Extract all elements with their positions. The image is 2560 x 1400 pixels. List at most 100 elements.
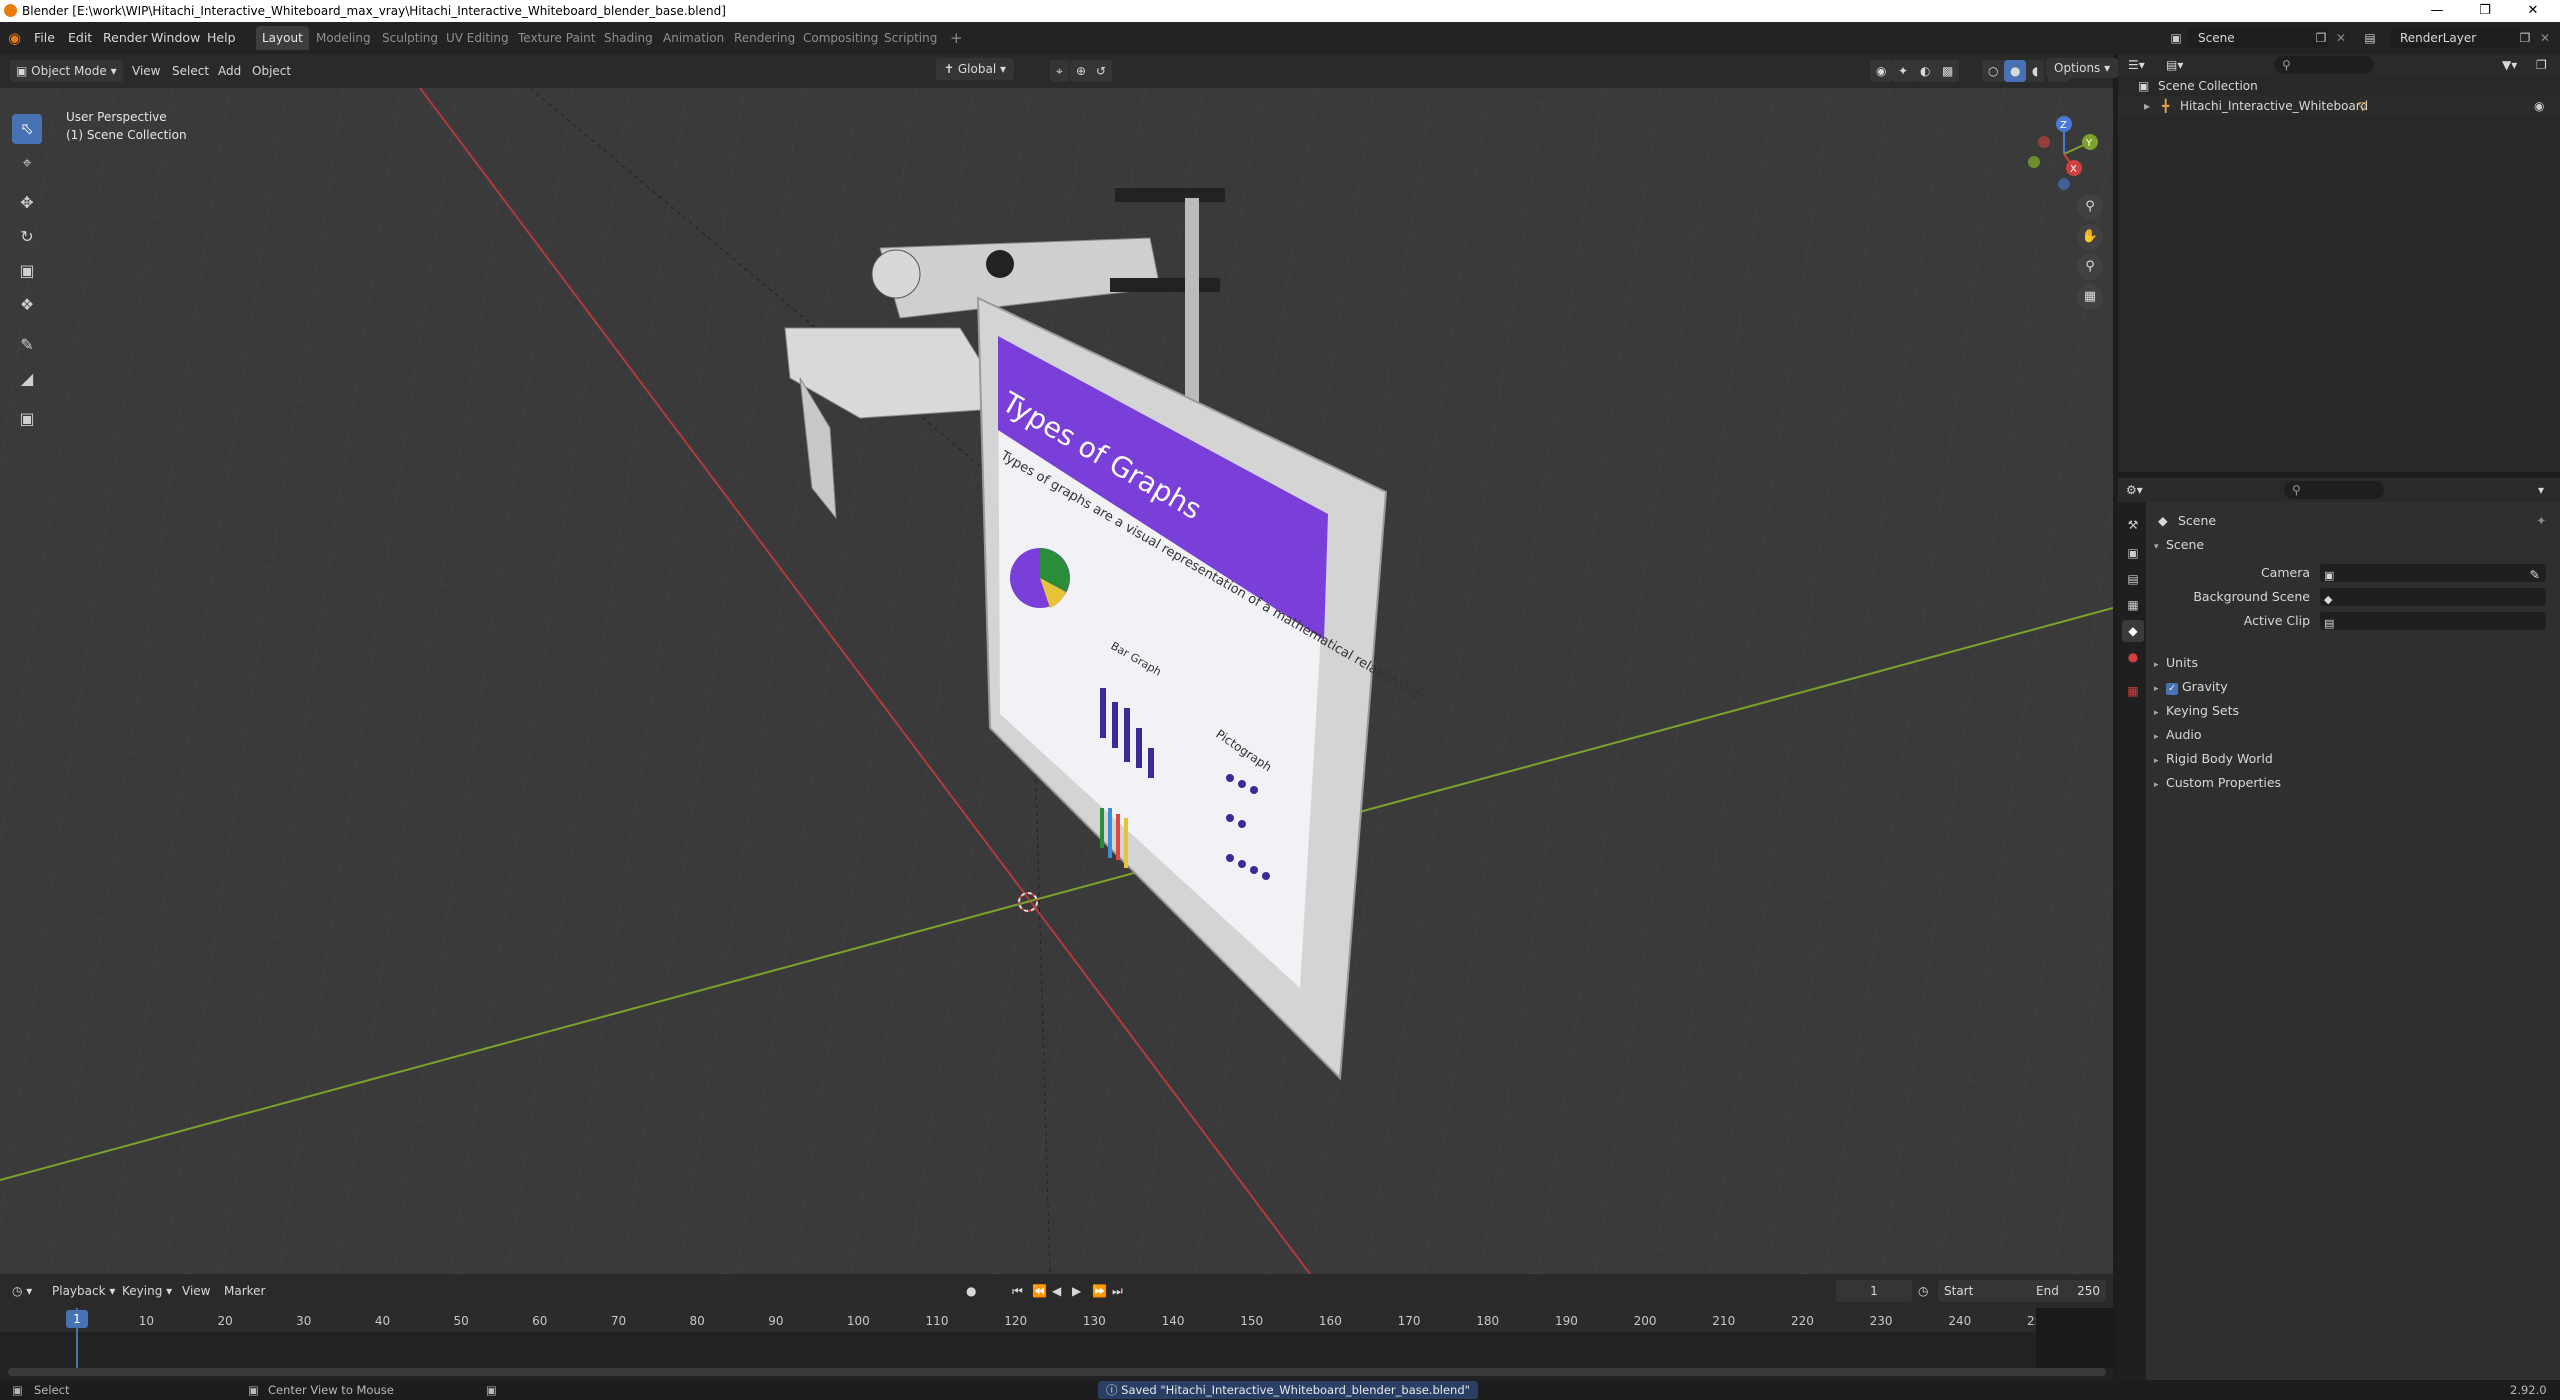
cursor-tool-icon[interactable]: ⌖ (12, 148, 42, 178)
menu-add[interactable]: Add (218, 60, 241, 82)
menu-render[interactable]: Render (103, 28, 148, 48)
close-icon[interactable]: ✕ (2510, 0, 2556, 22)
overlay-toggle-icon[interactable]: ◐ (1914, 60, 1937, 82)
texture-tab-icon[interactable]: ▦ (2122, 680, 2144, 702)
clock-icon[interactable]: ◷ (1918, 1280, 1928, 1302)
menu-timeline-view[interactable]: View (182, 1280, 210, 1302)
options-dropdown[interactable]: Options ▾ (2046, 58, 2119, 78)
restore-icon[interactable]: ❐ (2462, 0, 2508, 22)
scene-tab-icon[interactable]: ◆ (2122, 620, 2144, 642)
eyedropper-icon[interactable]: ✎ (2530, 564, 2546, 586)
xray-toggle-icon[interactable]: ▩ (1936, 60, 1960, 82)
tab-shading[interactable]: Shading (598, 26, 659, 50)
menu-help[interactable]: Help (207, 28, 236, 48)
play-reverse-icon[interactable]: ◀ (1052, 1280, 1061, 1302)
3d-viewport[interactable]: Types of Graphs Types of graphs are a vi… (0, 88, 2113, 1274)
transform-tool-icon[interactable]: ❖ (12, 290, 42, 320)
add-cube-tool-icon[interactable]: ▣ (12, 404, 42, 434)
shading-solid-icon[interactable]: ● (2004, 60, 2027, 82)
menu-file[interactable]: File (34, 28, 55, 48)
gizmo-toggle-icon[interactable]: ✦ (1892, 60, 1915, 82)
scene-browse-icon[interactable]: ▣ (2166, 28, 2186, 48)
select-box-tool-icon[interactable]: ⬁ (12, 114, 42, 144)
menu-view[interactable]: View (132, 60, 160, 82)
object-mode-dropdown[interactable]: ▣ Object Mode ▾ (10, 60, 123, 82)
timeline-scrollbar[interactable] (8, 1368, 2106, 1376)
move-tool-icon[interactable]: ✥ (12, 188, 42, 218)
move-snap-icon[interactable]: ⊕ (1070, 60, 1093, 82)
new-collection-icon[interactable]: ❐ (2536, 54, 2547, 76)
menu-keying[interactable]: Keying ▾ (122, 1280, 172, 1302)
camera-view-icon[interactable]: ⚲ (2077, 254, 2103, 280)
tab-uv-editing[interactable]: UV Editing (440, 26, 515, 50)
active-clip-field[interactable]: ▤ (2320, 612, 2546, 630)
panel-audio[interactable]: ▸ Audio (2146, 724, 2560, 746)
properties-search-input[interactable]: ⚲ (2284, 481, 2384, 499)
rotate-tool-icon[interactable]: ↻ (12, 222, 42, 252)
view-layer-icon[interactable]: ▤ (2360, 28, 2380, 48)
gravity-checkbox[interactable]: ✓ (2166, 683, 2178, 695)
end-frame-field[interactable]: End 250 (2030, 1280, 2106, 1302)
filter-icon[interactable]: ▼▾ (2502, 54, 2517, 76)
ortho-grid-icon[interactable]: ▦ (2077, 284, 2103, 310)
outliner-editor-icon[interactable]: ☰▾ (2128, 54, 2145, 76)
tab-layout[interactable]: Layout (256, 26, 309, 50)
add-workspace-icon[interactable]: + (944, 26, 969, 50)
output-tab-icon[interactable]: ▤ (2122, 568, 2144, 590)
menu-edit[interactable]: Edit (68, 28, 92, 48)
zoom-icon[interactable]: ⚲ (2077, 194, 2103, 220)
expand-chevron-icon[interactable]: ▸ (2144, 96, 2150, 116)
outliner-row-object[interactable]: ▸ ╋ Hitachi_Interactive_Whiteboard ▽ ◉ (2118, 96, 2560, 116)
tab-rendering[interactable]: Rendering (728, 26, 801, 50)
camera-field[interactable]: ▣ ✎ (2320, 564, 2546, 582)
display-mode-icon[interactable]: ▤▾ (2166, 54, 2183, 76)
cursor-snap-icon[interactable]: ⌖ (1050, 60, 1069, 82)
next-keyframe-icon[interactable]: ⏩ (1092, 1280, 1107, 1302)
jump-start-icon[interactable]: ⏮ (1012, 1280, 1023, 1302)
pan-hand-icon[interactable]: ✋ (2077, 224, 2103, 250)
panel-rigid-body[interactable]: ▸ Rigid Body World (2146, 748, 2560, 770)
timeline-editor-icon[interactable]: ◷ ▾ (12, 1280, 32, 1302)
jump-end-icon[interactable]: ⏭ (1112, 1280, 1123, 1302)
properties-options-icon[interactable]: ▾ (2538, 479, 2544, 501)
new-scene-icon[interactable]: ❐ (2312, 28, 2330, 46)
visibility-eye-icon[interactable]: ◉ (2534, 96, 2544, 116)
transform-orientation-dropdown[interactable]: ✝ Global ▾ (936, 58, 1014, 80)
scene-selector[interactable]: Scene (2188, 28, 2328, 48)
scale-tool-icon[interactable]: ▣ (12, 256, 42, 286)
panel-custom-properties[interactable]: ▸ Custom Properties (2146, 772, 2560, 794)
timeline-area[interactable]: 10 20 30 40 50 60 70 80 90 100 110 120 130 140 150 160 1… (0, 1308, 2113, 1380)
panel-units[interactable]: ▸ Units (2146, 652, 2560, 674)
measure-tool-icon[interactable]: ◢ (12, 364, 42, 394)
shading-material-icon[interactable]: ◖ (2026, 60, 2045, 82)
outliner-search-input[interactable]: ⚲ (2274, 56, 2374, 74)
panel-scene-header[interactable]: ▾ Scene (2146, 534, 2560, 556)
visibility-toggle-icon[interactable]: ◉ (1870, 60, 1893, 82)
menu-playback[interactable]: Playback ▾ (52, 1280, 115, 1302)
pin-icon[interactable]: ✦ (2536, 510, 2546, 532)
tab-modeling[interactable]: Modeling (310, 26, 377, 50)
panel-keying-sets[interactable]: ▸ Keying Sets (2146, 700, 2560, 722)
tool-tab-icon[interactable]: ⚒ (2122, 514, 2144, 536)
view-layer-tab-icon[interactable]: ▦ (2122, 594, 2144, 616)
annotate-tool-icon[interactable]: ✎ (12, 330, 42, 360)
menu-window[interactable]: Window (151, 28, 200, 48)
frame-ruler[interactable]: 10 20 30 40 50 60 70 80 90 100 110 120 130 140 150 160 1… (0, 1308, 2113, 1332)
remove-view-layer-icon[interactable]: ✕ (2536, 28, 2554, 46)
render-layer-selector[interactable]: RenderLayer (2390, 28, 2520, 48)
navigation-gizmo[interactable]: Z Y X (2020, 112, 2100, 192)
tab-animation[interactable]: Animation (657, 26, 730, 50)
current-frame-field[interactable]: 1 (1836, 1280, 1912, 1302)
render-tab-icon[interactable]: ▣ (2122, 542, 2144, 564)
properties-editor-icon[interactable]: ⚙▾ (2126, 479, 2143, 501)
blender-menu-icon[interactable]: ◉ (8, 28, 21, 48)
menu-marker[interactable]: Marker (224, 1280, 265, 1302)
remove-scene-icon[interactable]: ✕ (2332, 28, 2350, 46)
tab-compositing[interactable]: Compositing (797, 26, 884, 50)
world-tab-icon[interactable]: ● (2122, 646, 2144, 668)
new-view-layer-icon[interactable]: ❐ (2516, 28, 2534, 46)
rotate-snap-icon[interactable]: ↺ (1090, 60, 1113, 82)
shading-wireframe-icon[interactable]: ○ (1982, 60, 2005, 82)
tab-scripting[interactable]: Scripting (878, 26, 943, 50)
tab-texture-paint[interactable]: Texture Paint (512, 26, 601, 50)
